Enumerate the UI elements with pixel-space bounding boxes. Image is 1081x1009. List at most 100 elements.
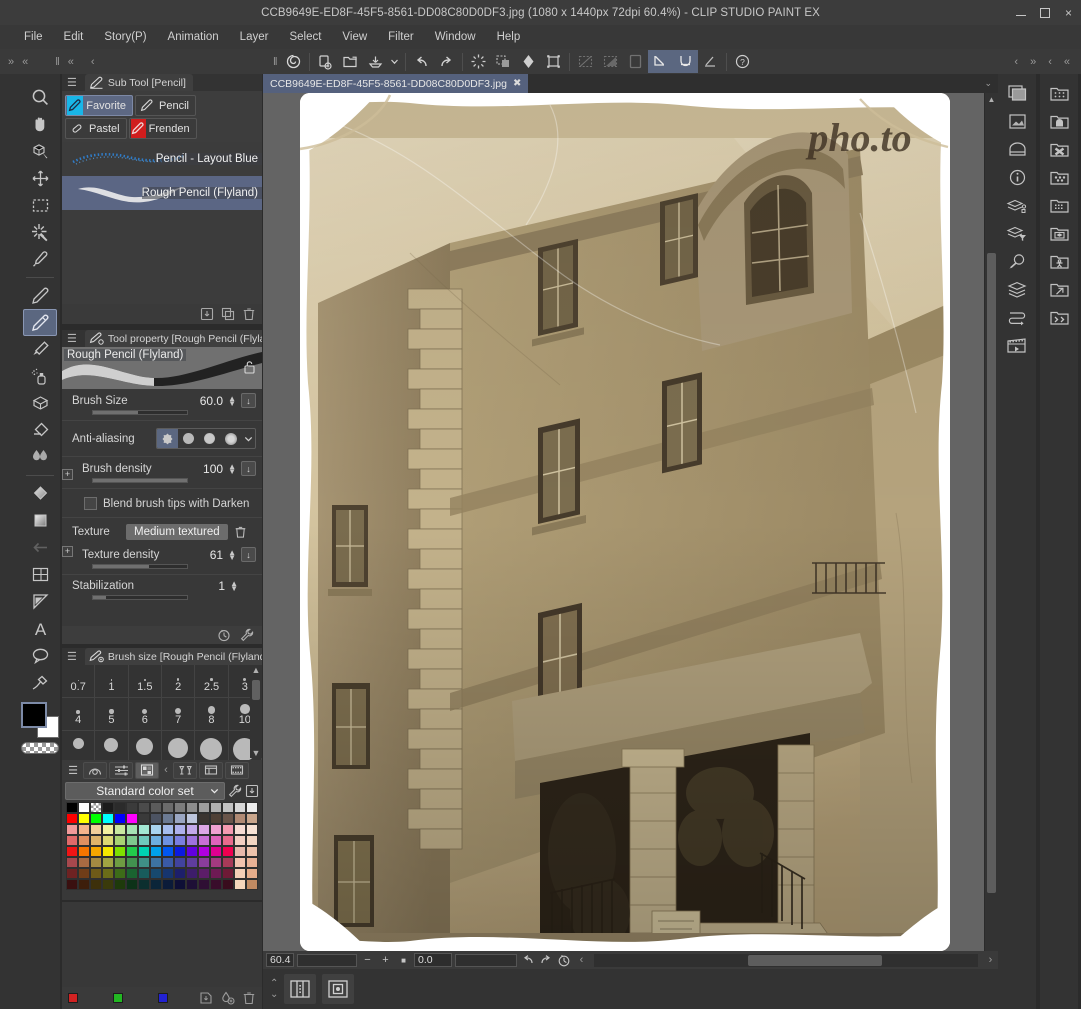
collapse-left-handle[interactable]: « [19, 56, 31, 68]
rotation-value-field[interactable]: 0.0 [414, 953, 452, 967]
color-swatch[interactable] [138, 835, 150, 846]
color-swatch[interactable] [126, 802, 138, 813]
document-tab[interactable]: CCB9649E-ED8F-45F5-8561-DD08C80D0DF3.jpg… [263, 74, 528, 93]
color-swatch[interactable] [222, 846, 234, 857]
color-swatch[interactable] [210, 835, 222, 846]
color-swatch[interactable] [114, 813, 126, 824]
color-swatch[interactable] [66, 857, 78, 868]
reset-rotation-icon[interactable] [556, 953, 571, 968]
color-swatch[interactable] [234, 868, 246, 879]
rotation-slider[interactable] [455, 954, 517, 967]
color-swatch[interactable] [246, 813, 258, 824]
brush-size-cell[interactable]: 4 [62, 698, 95, 731]
color-swatch[interactable] [246, 802, 258, 813]
color-swatch[interactable] [162, 857, 174, 868]
brush-size-cell[interactable]: 0.7 [62, 665, 95, 698]
color-swatch[interactable] [246, 868, 258, 879]
color-swatch[interactable] [114, 868, 126, 879]
color-swatch[interactable] [234, 879, 246, 890]
color-swatch[interactable] [246, 857, 258, 868]
color-swatch[interactable] [150, 868, 162, 879]
sub-tool-group-pencil[interactable]: Pencil [135, 95, 196, 116]
layer-search-icon[interactable] [1002, 220, 1032, 247]
color-swatch[interactable] [210, 857, 222, 868]
fill-shape-icon[interactable] [516, 50, 541, 73]
scroll-down-arrow[interactable]: ▼ [252, 748, 261, 758]
color-swatch[interactable] [174, 802, 186, 813]
material-3d-icon[interactable] [1044, 220, 1074, 247]
color-swatch[interactable] [198, 813, 210, 824]
color-swatch[interactable] [114, 802, 126, 813]
color-swatch[interactable] [90, 835, 102, 846]
stabilization-slider[interactable] [92, 595, 188, 600]
brush-size-cell[interactable]: 7 [162, 698, 195, 731]
color-swatch[interactable] [162, 835, 174, 846]
color-chips[interactable] [21, 702, 59, 738]
fill-tool[interactable] [23, 507, 57, 534]
color-swatch[interactable] [114, 857, 126, 868]
color-swatch[interactable] [210, 813, 222, 824]
pencil-tool[interactable] [23, 309, 57, 336]
menu-filter[interactable]: Filter [378, 28, 425, 46]
pen-tool[interactable] [23, 282, 57, 309]
brush-size-cell[interactable]: 1 [95, 665, 128, 698]
pen-pressure-settings-icon[interactable] [217, 628, 231, 642]
color-swatch[interactable] [138, 824, 150, 835]
color-swatch[interactable] [174, 868, 186, 879]
color-swatch[interactable] [78, 824, 90, 835]
color-swatch[interactable] [186, 824, 198, 835]
brush-size-cell[interactable]: 2 [162, 665, 195, 698]
color-swatch[interactable] [138, 879, 150, 890]
color-swatch[interactable] [78, 879, 90, 890]
undo-icon[interactable] [409, 50, 434, 73]
menu-edit[interactable]: Edit [54, 28, 95, 46]
color-swatch[interactable] [66, 879, 78, 890]
blend-brush-tips-checkbox[interactable] [84, 497, 97, 510]
color-swatch[interactable] [234, 824, 246, 835]
color-swatch[interactable] [66, 824, 78, 835]
color-swatch[interactable] [186, 802, 198, 813]
color-swatch[interactable] [246, 835, 258, 846]
color-swatch[interactable] [90, 824, 102, 835]
redo-icon[interactable] [434, 50, 459, 73]
collapse-left-handle-2[interactable]: « [65, 56, 77, 68]
airbrush-tool[interactable] [23, 363, 57, 390]
dock-handle-1[interactable]: ‹ [1045, 56, 1055, 68]
drag-grip[interactable]: ‖ [33, 56, 63, 68]
import-sub-tool-icon[interactable] [200, 307, 214, 321]
stabilization-value[interactable]: 1 [218, 579, 227, 593]
color-swatch[interactable] [174, 824, 186, 835]
selection-border-icon[interactable] [623, 50, 648, 73]
color-swatch[interactable] [90, 813, 102, 824]
canvas-vertical-scrollbar[interactable]: ▲ ▼ [985, 93, 998, 971]
color-swatch[interactable] [78, 835, 90, 846]
palette-collapse-arrows[interactable]: ⌃ ⌄ [270, 978, 278, 1000]
color-swatch[interactable] [174, 879, 186, 890]
color-swatch[interactable] [162, 868, 174, 879]
brush-tool[interactable] [23, 336, 57, 363]
correct-line-tool[interactable] [23, 534, 57, 561]
fit-zoom-button[interactable]: ■ [396, 953, 411, 968]
auto-select-tool[interactable] [23, 219, 57, 246]
color-swatch[interactable] [162, 813, 174, 824]
magnifier-tool[interactable] [23, 84, 57, 111]
sub-tool-item-pencil-layout-blue[interactable]: Pencil - Layout Blue [62, 142, 262, 176]
color-set-dropdown[interactable]: Standard color set [65, 782, 225, 800]
move-layer-tool[interactable] [23, 165, 57, 192]
color-swatch[interactable] [102, 835, 114, 846]
color-swatch[interactable] [102, 846, 114, 857]
palette-up-arrow[interactable]: ⌃ [270, 978, 278, 989]
scroll-left-handle[interactable]: ‹ [79, 56, 98, 68]
menu-file[interactable]: File [14, 28, 54, 46]
zoom-out-button[interactable]: − [360, 953, 375, 968]
register-color-icon[interactable] [199, 991, 213, 1005]
overflow-handle[interactable]: » [1027, 56, 1039, 68]
texture-density-value[interactable]: 61 [210, 548, 225, 562]
clip-studio-icon[interactable] [281, 50, 306, 73]
main-color-chip[interactable] [21, 702, 47, 728]
frame-border-tool[interactable] [23, 561, 57, 588]
color-swatch[interactable] [198, 857, 210, 868]
color-swatch[interactable] [66, 868, 78, 879]
stabilization-stepper[interactable]: ▲▼ [227, 581, 256, 591]
brush-size-cell[interactable]: 1.5 [129, 665, 162, 698]
